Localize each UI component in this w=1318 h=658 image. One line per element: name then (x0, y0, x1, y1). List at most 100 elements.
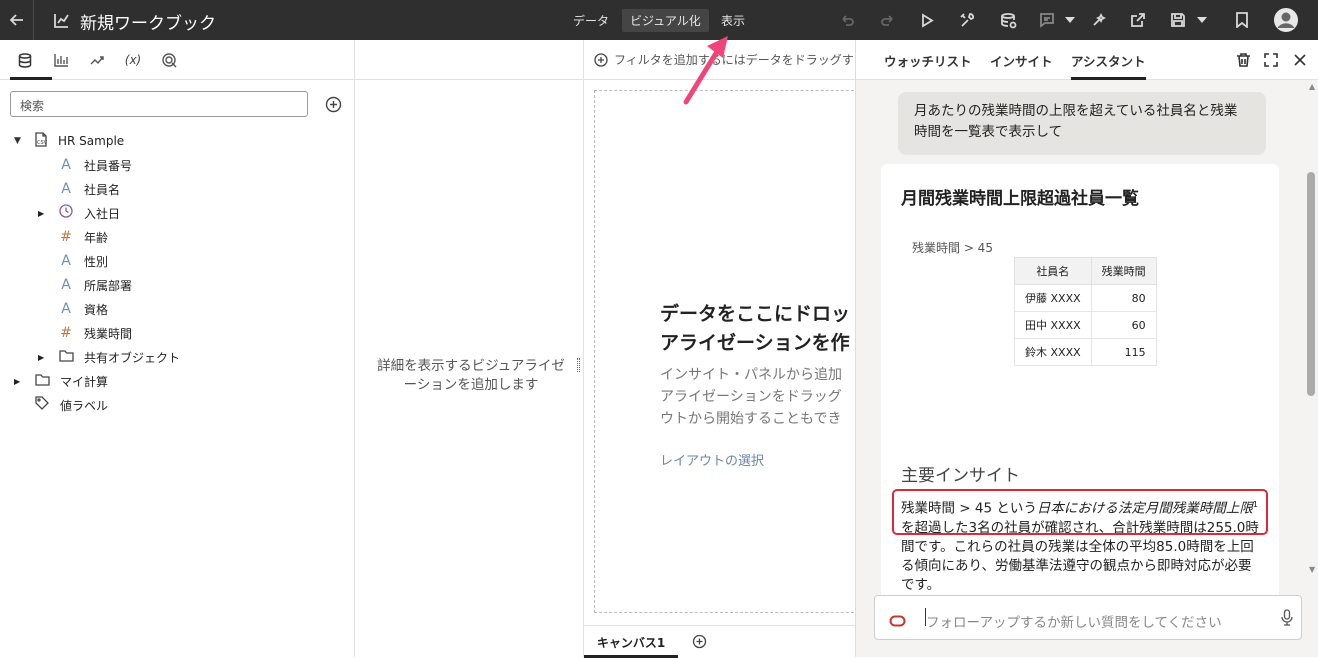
tab-visualizations[interactable] (46, 40, 76, 80)
panel-resize-handle[interactable] (577, 358, 580, 372)
svg-text:CSV: CSV (37, 140, 48, 146)
tab-analytics[interactable] (82, 40, 112, 80)
tree-dataset-hr-sample[interactable]: ▼ CSV HR Sample (14, 130, 124, 152)
maximize-button[interactable] (1261, 50, 1281, 70)
undo-icon[interactable] (837, 0, 857, 40)
text-attribute-icon: A (61, 301, 71, 317)
save-icon[interactable] (1167, 0, 1189, 40)
drop-desc-line-2: アライゼーションをドラッグ (660, 389, 842, 405)
add-circle-icon (692, 634, 707, 649)
grammar-header (355, 40, 583, 80)
tree-shared-objects[interactable]: ▶ 共有オブジェクト (38, 346, 180, 368)
auto-insights-icon[interactable] (1088, 0, 1110, 40)
field-department[interactable]: A 所属部署 (58, 274, 132, 296)
tab-insights[interactable]: インサイト (990, 40, 1053, 80)
drop-zone-description: インサイト・パネルから追加 アライゼーションをドラッグ ウトから開始することもで… (660, 364, 860, 430)
cell-employee-name: 鈴木 XXXX (1014, 338, 1092, 366)
field-qualification[interactable]: A 資格 (58, 298, 108, 320)
field-age[interactable]: # 年齢 (58, 226, 108, 248)
function-icon: (x) (124, 53, 142, 67)
cell-employee-name: 伊藤 XXXX (1014, 284, 1092, 312)
field-overtime-hours[interactable]: # 残業時間 (58, 322, 132, 344)
data-panel: (x) 検索 ▼ CSV HR Sample A 社員番号 A 社員名 ▶ 入社日 … (0, 40, 355, 657)
drop-title-line-1: データをここにドロッ (660, 303, 851, 325)
text-attribute-icon: A (61, 157, 71, 173)
scroll-up-icon[interactable]: ▲ (1309, 82, 1315, 91)
assistant-tabs: ウォッチリスト インサイト アシスタント (856, 40, 1318, 80)
user-message: 月あたりの残業時間の上限を超えている社員名と残業時間を一覧表で表示して (898, 92, 1266, 155)
comment-icon[interactable] (1036, 0, 1058, 40)
close-panel-button[interactable] (1290, 50, 1310, 70)
delete-chat-button[interactable] (1233, 50, 1253, 70)
trend-icon (90, 56, 104, 65)
data-refresh-icon[interactable] (997, 0, 1019, 40)
tree-label: 値ラベル (60, 398, 109, 413)
search-input[interactable]: 検索 (10, 91, 308, 117)
table-row: 鈴木 XXXX 115 (1014, 338, 1157, 366)
expand-caret-icon[interactable]: ▶ (38, 353, 48, 362)
chat-input[interactable]: フォローアップするか新しい質問をしてください (874, 595, 1302, 640)
nav-present[interactable]: 表示 (713, 9, 753, 32)
tab-assistant[interactable]: アシスタント (1071, 40, 1146, 80)
avatar[interactable] (1273, 0, 1299, 40)
field-label: 社員番号 (84, 158, 133, 173)
back-button[interactable] (0, 0, 34, 40)
table-row: 伊藤 XXXX 80 (1014, 284, 1157, 312)
expand-caret-icon[interactable]: ▶ (38, 209, 48, 218)
add-data-button[interactable] (325, 96, 342, 117)
bookmark-icon[interactable] (1231, 0, 1253, 40)
field-gender[interactable]: A 性別 (58, 250, 108, 272)
nav-visualize[interactable]: ビジュアル化 (622, 9, 709, 32)
drop-title-line-2: アライゼーションを作 (660, 332, 850, 354)
tree-my-calculations[interactable]: ▶ マイ計算 (14, 370, 108, 392)
cell-overtime: 60 (1090, 311, 1157, 339)
bar-chart-icon (53, 54, 68, 67)
tab-calculations[interactable]: (x) (118, 40, 148, 80)
dataset-icon: CSV (34, 132, 48, 150)
field-label: 性別 (84, 254, 109, 269)
tree-value-labels[interactable]: 値ラベル (34, 394, 108, 416)
tab-ai[interactable] (154, 40, 184, 80)
table-filter-label: 残業時間 > 45 (912, 241, 993, 255)
drop-desc-line-1: インサイト・パネルから追加 (660, 367, 842, 383)
microphone-button[interactable] (1281, 609, 1293, 630)
response-title: 月間残業時間上限超過社員一覧 (901, 189, 1139, 209)
table-header-row: 社員名 残業時間 (1014, 257, 1157, 285)
scrollbar-thumb[interactable] (1307, 172, 1315, 396)
redo-icon[interactable] (877, 0, 897, 40)
scroll-down-icon[interactable]: ▼ (1309, 565, 1315, 574)
comment-dropdown-icon[interactable] (1062, 0, 1078, 40)
field-label: 年齢 (84, 230, 109, 245)
tab-data[interactable] (10, 40, 52, 80)
insight-target-icon (162, 53, 177, 68)
field-label: 社員名 (84, 182, 121, 197)
drop-zone-title: データをここにドロッ アライゼーションを作 (660, 300, 860, 358)
add-circle-icon (325, 96, 342, 113)
select-layout-link[interactable]: レイアウトの選択 (660, 450, 764, 469)
result-table: 社員名 残業時間 伊藤 XXXX 80 田中 XXXX 60 鈴木 XXXX 1… (1014, 257, 1157, 366)
tab-canvas-1[interactable]: キャンバス1 (584, 626, 678, 658)
expand-caret-icon[interactable]: ▶ (14, 377, 24, 386)
expand-icon (1264, 53, 1278, 67)
database-icon (18, 52, 32, 68)
field-employee-name[interactable]: A 社員名 (58, 178, 120, 200)
top-bar: 新規ワークブック データ ビジュアル化 表示 (0, 0, 1318, 40)
save-dropdown-icon[interactable] (1194, 0, 1210, 40)
empty-viz-message: 詳細を表示するビジュアライゼーションを追加します (377, 358, 565, 393)
user-avatar-icon (1274, 8, 1298, 32)
tools-icon[interactable] (956, 0, 978, 40)
export-icon[interactable] (1127, 0, 1149, 40)
add-canvas-button[interactable] (692, 634, 707, 653)
field-employee-id[interactable]: A 社員番号 (58, 154, 132, 176)
field-hire-date[interactable]: ▶ 入社日 (38, 202, 120, 224)
collapse-caret-icon[interactable]: ▼ (14, 136, 26, 146)
play-icon[interactable] (917, 0, 937, 40)
tab-watchlist[interactable]: ウォッチリスト (884, 40, 972, 80)
canvas-tabs: キャンバス1 (584, 625, 855, 658)
field-label: 残業時間 (84, 326, 133, 341)
canvas-area: フィルタを追加するにはデータをドラッグす データをここにドロッ アライゼーション… (584, 40, 874, 658)
back-arrow-icon (9, 14, 23, 26)
workbook-title[interactable]: 新規ワークブック (80, 9, 216, 34)
data-panel-tabs: (x) (0, 40, 354, 80)
nav-data[interactable]: データ (565, 9, 617, 32)
